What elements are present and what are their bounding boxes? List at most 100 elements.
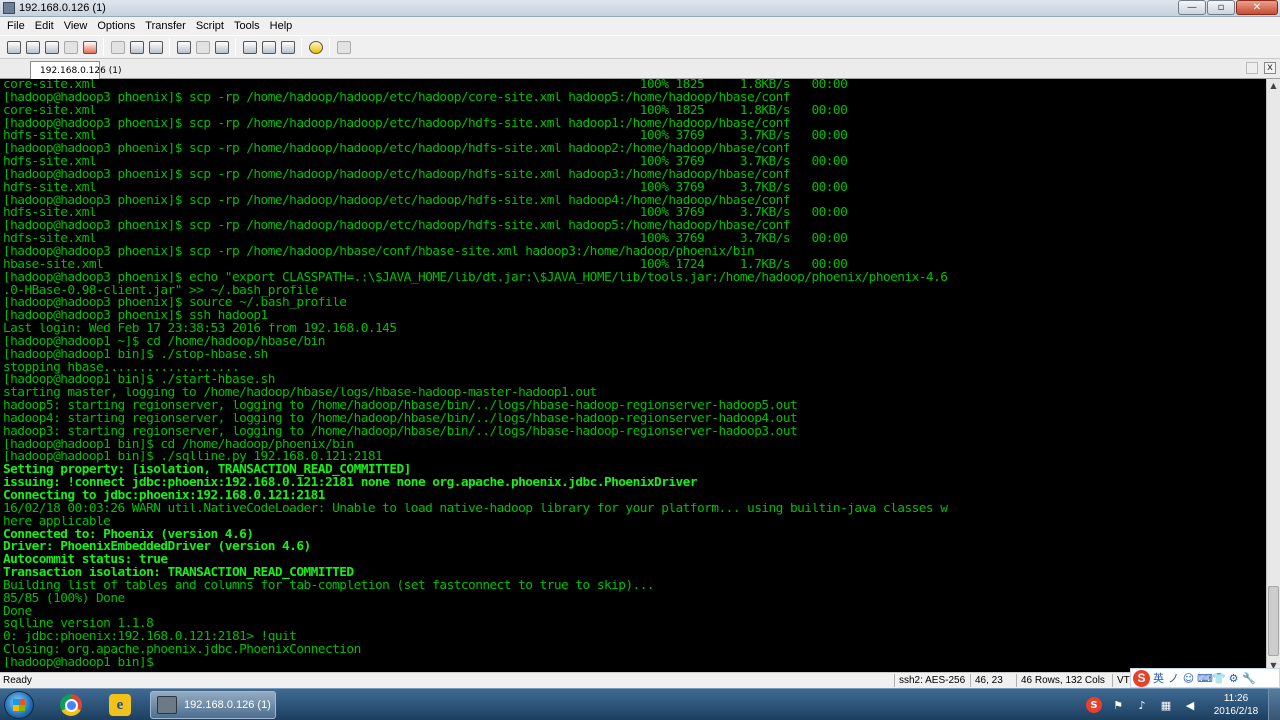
close-button[interactable]: ✕ [1236, 0, 1278, 15]
global-options-button[interactable] [259, 38, 278, 56]
taskbar-ie[interactable]: e [101, 692, 139, 718]
terminal-line: [hadoop@hadoop1 ~]$ cd /home/hadoop/hbas… [3, 335, 326, 349]
menu-edit[interactable]: Edit [30, 20, 59, 32]
taskbar-securecrt-window[interactable]: 192.168.0.126 (1) [150, 691, 276, 719]
windows-logo-icon [13, 699, 25, 711]
keymap-button[interactable] [278, 38, 297, 56]
moon-punctuation-icon[interactable]: ノ [1167, 670, 1180, 686]
terminal-line: Last login: Wed Feb 17 23:38:53 2016 fro… [3, 323, 397, 336]
securecrt-icon [157, 696, 177, 714]
menu-transfer[interactable]: Transfer [140, 20, 191, 32]
show-desktop-button[interactable] [1268, 689, 1280, 720]
terminal-line: Connected to: Phoenix (version 4.6) [3, 528, 254, 542]
terminal-line: issuing: !connect jdbc:phoenix:192.168.0… [3, 477, 698, 490]
print-button[interactable] [174, 38, 193, 56]
menu-view[interactable]: View [59, 20, 93, 32]
toolbar [0, 35, 1280, 59]
print-preview-icon [214, 40, 229, 54]
session-tab-bar: 192.168.0.126 (1) x [0, 59, 1280, 79]
terminal-line: [hadoop@hadoop3 phoenix]$ scp -rp /home/… [3, 220, 791, 234]
terminal-line: here applicable [3, 515, 111, 529]
terminal-line: Done [3, 605, 32, 619]
terminal-line: Transaction isolation: TRANSACTION_READ_… [3, 567, 354, 580]
help-icon [308, 40, 323, 54]
sogou-tray-icon[interactable]: S [1086, 697, 1102, 713]
status-cipher: ssh2: AES-256 [894, 674, 970, 687]
tools-icon[interactable]: 🔧 [1242, 672, 1256, 685]
reconnect-button[interactable] [61, 38, 80, 56]
paste-button[interactable] [127, 38, 146, 56]
sftp-button[interactable] [334, 38, 353, 56]
terminal-line: Closing: org.apache.phoenix.jdbc.Phoenix… [3, 644, 361, 657]
toolbar-separator [329, 38, 330, 56]
taskbar-window-label: 192.168.0.126 (1) [184, 699, 271, 711]
connect-button[interactable] [4, 38, 23, 56]
disconnect-button[interactable] [80, 38, 99, 56]
menu-file[interactable]: File [2, 20, 30, 32]
terminal-line: [hadoop@hadoop3 phoenix]$ scp -rp /home/… [3, 143, 791, 157]
connect-tab-button[interactable] [42, 38, 61, 56]
terminal-line: .0-HBase-0.98-client.jar" >> ~/.bash_pro… [3, 284, 318, 298]
clock-time: 11:26 [1223, 693, 1249, 704]
terminal-line: [hadoop@hadoop1 bin]$ ./sqlline.py 192.1… [3, 451, 383, 465]
copy-icon [110, 40, 125, 54]
skin-icon[interactable]: 👕 [1212, 672, 1226, 685]
quick-connect-button[interactable] [23, 38, 42, 56]
settings-icon[interactable]: ⚙ [1227, 672, 1240, 685]
find-icon [148, 40, 163, 54]
menu-options[interactable]: Options [92, 20, 140, 32]
taskbar-chrome[interactable] [52, 692, 90, 718]
session-options-button[interactable] [240, 38, 259, 56]
terminal-line: [hadoop@hadoop3 phoenix]$ scp -rp /home/… [3, 117, 791, 131]
menu-tools[interactable]: Tools [229, 20, 265, 32]
session-tab[interactable]: 192.168.0.126 (1) [30, 61, 121, 79]
terminal-line: [hadoop@hadoop3 phoenix]$ source ~/.bash… [3, 297, 347, 311]
status-ready-text: Ready [3, 675, 32, 686]
scrollbar-thumb[interactable] [1268, 586, 1279, 656]
terminal-line: [hadoop@hadoop1 bin]$ ./stop-hbase.sh [3, 348, 268, 362]
title-bar[interactable]: 192.168.0.126 (1) — ▫ ✕ [0, 0, 1280, 17]
help-button[interactable] [306, 38, 325, 56]
find-button[interactable] [146, 38, 165, 56]
menu-help[interactable]: Help [265, 20, 298, 32]
flag-icon[interactable]: ⚑ [1110, 697, 1126, 713]
terminal-line: [hadoop@hadoop3 phoenix]$ ssh hadoop1 [3, 310, 268, 324]
close-tab-button[interactable]: x [1264, 62, 1276, 74]
volume-icon[interactable]: ♪ [1134, 697, 1150, 713]
terminal-line: hdfs-site.xml 100% 3769 3.7KB/s 00:00 [3, 233, 848, 246]
keyboard-icon[interactable]: ⌨ [1197, 672, 1213, 685]
terminal-line: starting master, logging to /home/hadoop… [3, 387, 597, 401]
maximize-button[interactable]: ▫ [1207, 0, 1235, 15]
terminal-line: Autocommit status: true [3, 554, 168, 568]
minimize-button[interactable]: — [1178, 0, 1206, 15]
print-preview-button[interactable] [212, 38, 231, 56]
clock[interactable]: 11:26 2016/2/18 [1204, 692, 1268, 718]
terminal-line: Building list of tables and columns for … [3, 579, 655, 593]
status-terminal-size: 46 Rows, 132 Cols [1016, 674, 1112, 687]
tab-scroll-button[interactable] [1246, 62, 1258, 74]
terminal-line: Setting property: [isolation, TRANSACTIO… [3, 464, 411, 478]
emoji-icon[interactable]: ☺ [1182, 672, 1195, 685]
scroll-up-arrow-icon[interactable]: ▲ [1267, 79, 1280, 92]
terminal-line: hadoop3: starting regionserver, logging … [3, 425, 798, 439]
terminal-line: 0: jdbc:phoenix:192.168.0.121:2181> !qui… [3, 631, 297, 645]
ime-toolbar[interactable]: S 英 ノ ☺ ⌨ 👕 ⚙ 🔧 [1130, 668, 1280, 688]
terminal-line: core-site.xml 100% 1825 1.8KB/s 00:00 [3, 104, 848, 118]
print-setup-button[interactable] [193, 38, 212, 56]
terminal-line: sqlline version 1.1.8 [3, 618, 154, 632]
speaker-icon[interactable]: ◀ [1182, 697, 1198, 713]
copy-button[interactable] [108, 38, 127, 56]
terminal-scrollbar[interactable]: ▲ ▼ [1266, 79, 1280, 672]
terminal-line: hdfs-site.xml 100% 3769 3.7KB/s 00:00 [3, 130, 848, 144]
session-options-icon [242, 40, 257, 54]
terminal-line: hdfs-site.xml 100% 3769 3.7KB/s 00:00 [3, 181, 848, 195]
terminal-output[interactable]: core-site.xml 100% 1825 1.8KB/s 00:00 [ha… [0, 79, 1266, 672]
start-button[interactable] [4, 691, 34, 719]
network-icon[interactable]: ▦ [1158, 697, 1174, 713]
print-icon [176, 40, 191, 54]
ime-language-toggle[interactable]: 英 [1152, 670, 1165, 686]
sogou-logo-icon[interactable]: S [1133, 669, 1150, 687]
toolbar-separator [235, 38, 236, 56]
menu-script[interactable]: Script [191, 20, 229, 32]
terminal-line: hadoop5: starting regionserver, logging … [3, 400, 798, 413]
